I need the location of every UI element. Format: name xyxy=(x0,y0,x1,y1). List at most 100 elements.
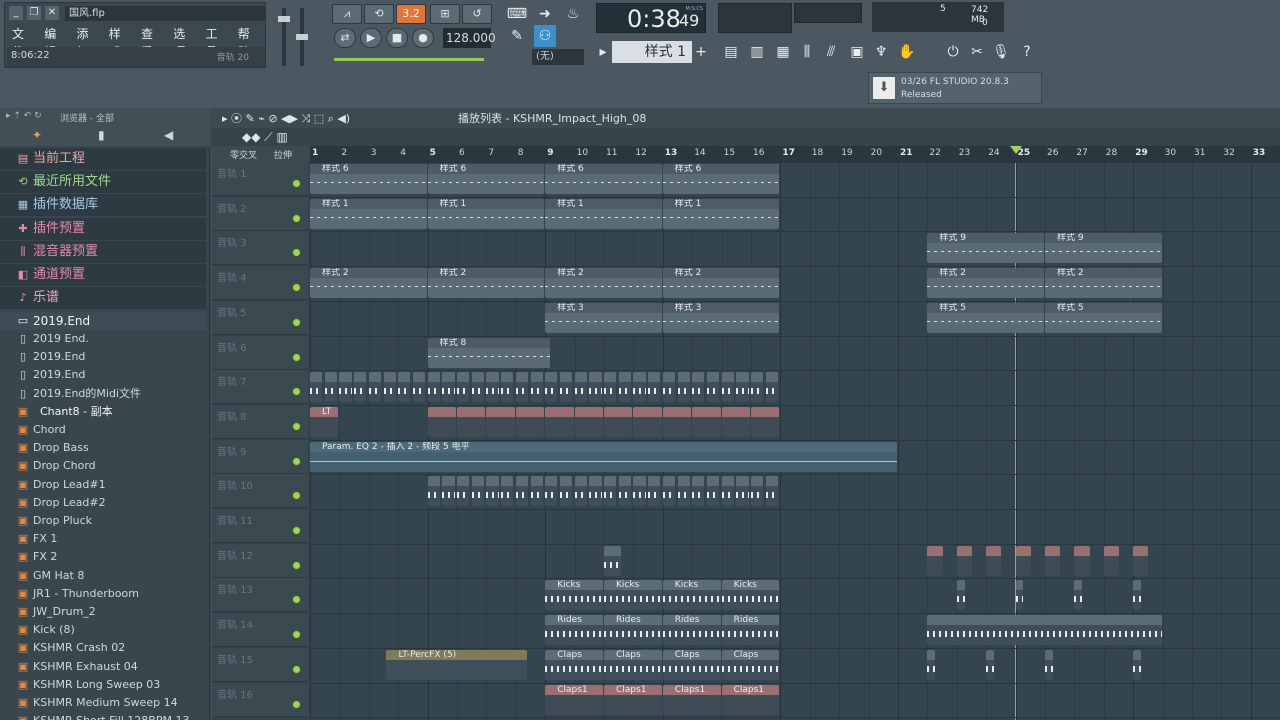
browser-file[interactable]: ▣ FX 1 xyxy=(0,530,206,548)
track-header[interactable]: 音轨 8 xyxy=(212,404,308,439)
snap-selector[interactable]: (无) xyxy=(532,49,584,65)
browser-file[interactable]: ▣ Drop Chord xyxy=(0,457,206,475)
browser-file[interactable]: ▣ KSHMR Long Sweep 03 xyxy=(0,676,206,694)
playlist-clip[interactable] xyxy=(692,372,705,403)
playlist-clip[interactable] xyxy=(442,476,455,507)
pencil-icon[interactable]: ✎ xyxy=(506,25,528,47)
help-icon[interactable]: ? xyxy=(1016,41,1038,63)
menu-edit[interactable]: 编辑 xyxy=(39,25,71,59)
playlist-clip[interactable]: 样式 3 xyxy=(662,302,780,333)
track-mute-led[interactable] xyxy=(292,421,301,431)
menu-file[interactable]: 文件 xyxy=(7,25,39,59)
browser-file[interactable]: ▣ FX 2 xyxy=(0,548,206,566)
track-header[interactable]: 音轨 5 xyxy=(212,300,308,335)
playlist-clip[interactable] xyxy=(956,545,972,576)
playlist-clip[interactable]: Claps1 xyxy=(721,684,780,715)
playlist-clip[interactable] xyxy=(559,476,573,507)
playlist-clip[interactable] xyxy=(368,372,382,403)
tempo-display[interactable]: 128.000 xyxy=(443,28,496,48)
menu-view[interactable]: 查看 xyxy=(136,25,168,59)
playlist-clip[interactable] xyxy=(677,476,690,507)
playlist-clip[interactable] xyxy=(545,406,574,437)
playlist-clip[interactable]: Claps1 xyxy=(604,684,662,715)
pattern-song-toggle[interactable]: ⇄ xyxy=(334,28,356,48)
playlist-clip[interactable] xyxy=(1103,545,1119,576)
browser-item-6[interactable]: ♪ 乐谱 xyxy=(0,287,206,310)
playlist-clip[interactable]: Rides xyxy=(662,615,721,646)
channel-settings-icon[interactable]: ⫻ xyxy=(820,41,842,63)
playlist-clip[interactable] xyxy=(486,372,499,403)
playlist-clip[interactable] xyxy=(471,372,484,403)
playlist-clip[interactable]: 样式 1 xyxy=(427,198,545,229)
link-icon[interactable]: ⚇ xyxy=(534,25,556,47)
track-mute-led[interactable] xyxy=(292,317,301,327)
playlist-clip[interactable]: 样式 9 xyxy=(927,233,1044,264)
playlist-clip[interactable] xyxy=(339,372,352,403)
playlist-clip[interactable] xyxy=(751,406,780,437)
playlist-clip[interactable] xyxy=(354,372,367,403)
playlist-clip[interactable] xyxy=(736,372,749,403)
playlist-clip[interactable] xyxy=(324,372,337,403)
playlist-clip[interactable]: Rides xyxy=(604,615,662,646)
playlist-clip[interactable] xyxy=(545,372,558,403)
playlist-clip[interactable]: Rides xyxy=(721,615,780,646)
playlist-clip[interactable] xyxy=(1133,580,1141,611)
playlist-clip[interactable]: 样式 6 xyxy=(427,164,545,194)
playlist-clip[interactable]: Kicks xyxy=(545,580,603,611)
piano-roll-icon[interactable]: ▥ xyxy=(746,41,768,63)
track-header[interactable]: 音轨 3 xyxy=(212,231,308,266)
metronome-button[interactable]: ⩘ xyxy=(332,4,362,24)
playlist-clip[interactable] xyxy=(383,372,396,403)
track-mute-led[interactable] xyxy=(292,664,301,674)
browser-folder[interactable]: ▭ 2019.End xyxy=(0,312,206,330)
playlist-clip[interactable] xyxy=(692,406,721,437)
track-mute-led[interactable] xyxy=(292,352,301,362)
time-ruler[interactable]: 1 2 3 4 5 6 7 8 9 10 11 12 13 14 15 16 17 18 19 20 21 22 23 24 2… xyxy=(310,146,1280,162)
playlist-clip[interactable] xyxy=(751,372,764,403)
playlist-clip[interactable] xyxy=(927,649,936,680)
loop-record-button[interactable]: ↺ xyxy=(462,4,492,24)
playlist-clip[interactable] xyxy=(618,476,631,507)
playlist-clip[interactable] xyxy=(412,372,426,403)
browser-file[interactable]: ▯ 2019.End的Midi文件 xyxy=(0,385,206,403)
browser-item-3[interactable]: ✚ 插件预置 xyxy=(0,217,206,240)
track-mute-led[interactable] xyxy=(292,491,301,501)
record-button[interactable]: ● xyxy=(412,28,434,48)
playlist-clip[interactable]: 样式 9 xyxy=(1045,233,1162,264)
playlist-clip[interactable] xyxy=(1015,545,1031,576)
browser-icon[interactable]: ▣ xyxy=(846,41,868,63)
playlist-clip[interactable] xyxy=(956,580,965,611)
stretch-label[interactable]: 拉伸 xyxy=(274,148,292,161)
playlist-clip[interactable] xyxy=(545,476,558,507)
playlist-clip[interactable]: 样式 5 xyxy=(927,302,1044,333)
browser-favorites-icon[interactable]: ✦ xyxy=(32,128,42,142)
playlist-clip[interactable]: 样式 5 xyxy=(1045,302,1162,333)
playlist-clip[interactable] xyxy=(986,545,1002,576)
playlist-clip[interactable]: 样式 8 xyxy=(427,337,551,368)
playlist-clip[interactable] xyxy=(1133,649,1141,680)
playlist-clip[interactable]: 样式 2 xyxy=(662,268,780,299)
browser-nav-icons[interactable]: ▸ ⇡ ↶ ↻ xyxy=(6,111,42,121)
playlist-clip[interactable]: LT-PercFX (5) xyxy=(386,649,527,680)
browser-file[interactable]: ▣ GM Hat 8 xyxy=(0,567,206,585)
playlist-clip[interactable]: 样式 6 xyxy=(545,164,662,194)
playlist-clip[interactable] xyxy=(721,406,750,437)
playlist-clip[interactable]: Claps1 xyxy=(545,684,603,715)
master-pitch-handle[interactable] xyxy=(296,34,308,40)
playlist-clip[interactable] xyxy=(574,372,587,403)
playlist-clip[interactable]: Rides xyxy=(545,615,603,646)
playlist-icon[interactable]: ▤ xyxy=(720,41,742,63)
browser-audio-icon[interactable]: ◀ xyxy=(164,128,173,142)
play-button[interactable]: ▶ xyxy=(360,28,382,48)
browser-file[interactable]: ▣ KSHMR Medium Sweep 14 xyxy=(0,694,206,712)
arrangement-grid[interactable]: 样式 6 样式 6 样式 6 样式 6 样式 1 样式 1 样式 1 样式 1 样式 9 样式 9… xyxy=(310,162,1280,720)
playlist-clip[interactable]: 样式 6 xyxy=(310,164,427,194)
playlist-clip[interactable] xyxy=(427,406,456,437)
pattern-add-icon[interactable]: + xyxy=(694,41,708,63)
playlist-clip[interactable] xyxy=(501,372,514,403)
menu-tools[interactable]: 工具 xyxy=(201,25,233,59)
playlist-clip[interactable] xyxy=(1074,545,1090,576)
playlist-clip[interactable] xyxy=(736,476,749,507)
playlist-clip[interactable] xyxy=(515,372,529,403)
track-mute-led[interactable] xyxy=(292,283,301,293)
